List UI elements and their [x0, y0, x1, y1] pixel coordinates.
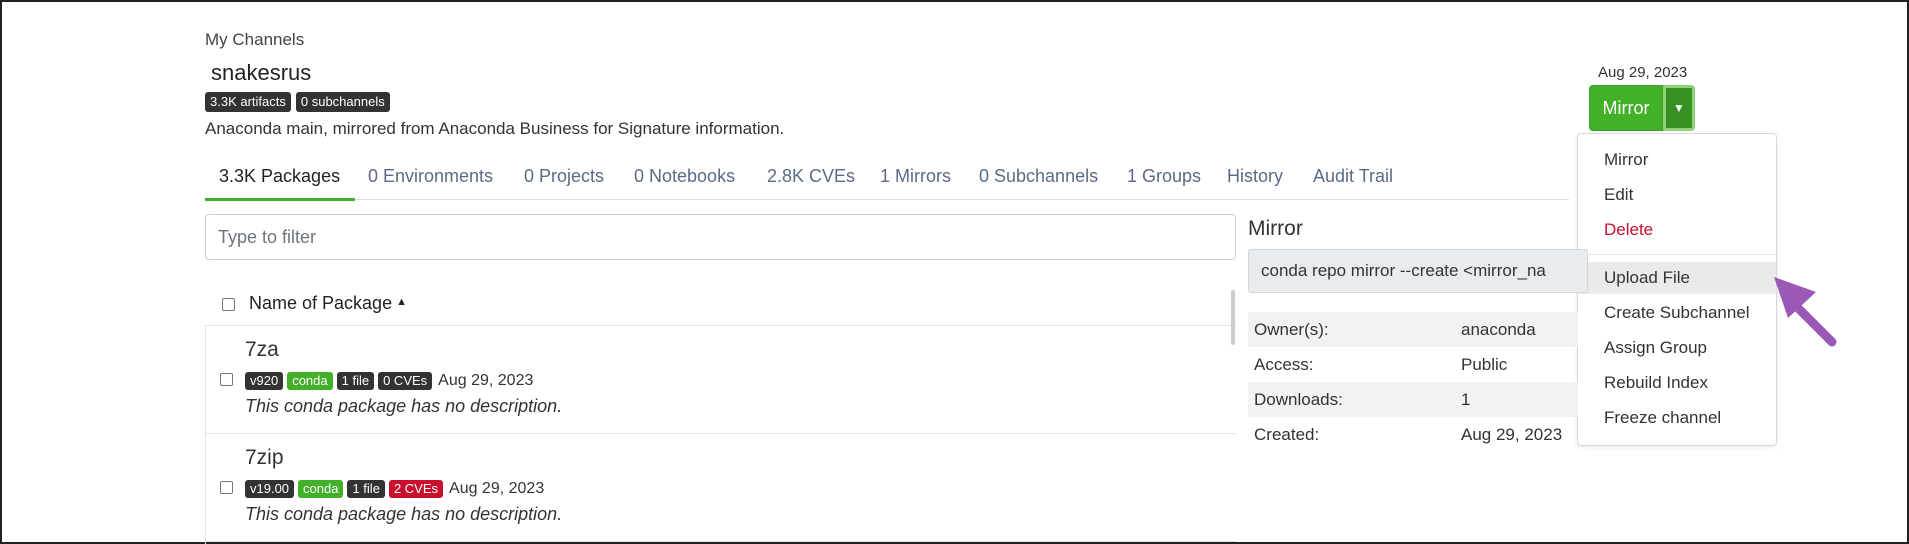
package-description: This conda package has no description.: [245, 396, 563, 416]
artifacts-chip: 3.3K artifacts: [205, 92, 291, 112]
tab-notebooks[interactable]: 0 Notebooks: [634, 166, 735, 187]
mirror-command[interactable]: conda repo mirror --create <mirror_na: [1248, 249, 1588, 293]
package-name[interactable]: 7zip: [245, 446, 284, 470]
caret-down-icon: ▼: [1673, 101, 1685, 115]
sort-ascending-icon: ▲: [396, 296, 407, 308]
package-list-header: Name of Package ▲: [205, 284, 1236, 326]
row-checkbox[interactable]: [220, 373, 233, 386]
active-tab-indicator: [205, 198, 355, 201]
channel-date: Aug 29, 2023: [1598, 64, 1688, 81]
subchannels-chip: 0 subchannels: [295, 92, 390, 112]
info-key: Downloads:: [1254, 390, 1343, 409]
tab-history[interactable]: History: [1227, 166, 1283, 187]
info-value: anaconda: [1461, 320, 1536, 339]
channel-title: snakesrus: [211, 60, 312, 85]
menu-item-create-subchannel[interactable]: Create Subchannel: [1578, 297, 1776, 329]
tab-subchannels[interactable]: 0 Subchannels: [979, 166, 1098, 187]
cves-badge: 2 CVEs: [388, 480, 444, 498]
list-scrollbar[interactable]: [1231, 290, 1235, 345]
info-row-created: Created: Aug 29, 2023: [1248, 417, 1578, 452]
dropdown-toggle-button[interactable]: ▼: [1663, 85, 1695, 131]
info-value: Public: [1461, 355, 1508, 374]
mirror-button-group: Mirror ▼: [1589, 85, 1695, 131]
select-all-checkbox[interactable]: [222, 298, 235, 311]
package-date: Aug 29, 2023: [438, 372, 534, 389]
cves-badge: 0 CVEs: [378, 372, 433, 390]
menu-item-assign-group[interactable]: Assign Group: [1578, 332, 1776, 364]
package-row: 7za v920 conda 1 file 0 CVEs Aug 29, 202…: [205, 326, 1236, 434]
package-row: 7zip v19.00 conda 1 file 2 CVEs Aug 29, …: [205, 434, 1236, 542]
type-badge: conda: [287, 372, 333, 390]
menu-item-delete[interactable]: Delete: [1578, 214, 1776, 246]
info-key: Access:: [1254, 355, 1314, 374]
menu-item-edit[interactable]: Edit: [1578, 179, 1776, 211]
pointer-arrow-icon: [1774, 277, 1837, 347]
tab-cves[interactable]: 2.8K CVEs: [767, 166, 855, 187]
menu-item-mirror[interactable]: Mirror: [1578, 144, 1776, 176]
type-badge: conda: [298, 480, 344, 498]
tab-audit-trail[interactable]: Audit Trail: [1313, 166, 1393, 187]
tab-projects[interactable]: 0 Projects: [524, 166, 604, 187]
package-date: Aug 29, 2023: [449, 480, 545, 497]
channel-chips: 3.3K artifacts 0 subchannels: [205, 92, 390, 112]
info-row-owner: Owner(s): anaconda: [1248, 312, 1578, 347]
channel-description: Anaconda main, mirrored from Anaconda Bu…: [205, 119, 785, 138]
menu-divider: [1578, 254, 1776, 255]
version-badge: v19.00: [245, 480, 295, 498]
files-badge: 1 file: [347, 480, 385, 498]
menu-item-rebuild-index[interactable]: Rebuild Index: [1578, 367, 1776, 399]
row-checkbox[interactable]: [220, 481, 233, 494]
breadcrumb[interactable]: My Channels: [205, 30, 304, 50]
info-key: Owner(s):: [1254, 320, 1329, 339]
package-description: This conda package has no description.: [245, 504, 563, 524]
tab-environments[interactable]: 0 Environments: [368, 166, 493, 187]
package-name[interactable]: 7za: [245, 338, 279, 362]
menu-item-upload-file[interactable]: Upload File: [1578, 262, 1776, 294]
channel-tabs: 3.3K Packages 0 Environments 0 Projects …: [205, 162, 1569, 201]
mirror-panel-title: Mirror: [1248, 217, 1303, 240]
info-row-downloads: Downloads: 1: [1248, 382, 1578, 417]
package-badges: v920 conda 1 file 0 CVEs Aug 29, 2023: [245, 372, 533, 390]
menu-item-freeze-channel[interactable]: Freeze channel: [1578, 402, 1776, 434]
tab-mirrors[interactable]: 1 Mirrors: [880, 166, 951, 187]
version-badge: v920: [245, 372, 284, 390]
info-value: 1: [1461, 390, 1471, 409]
tab-packages[interactable]: 3.3K Packages: [219, 166, 340, 187]
tab-groups[interactable]: 1 Groups: [1127, 166, 1201, 187]
files-badge: 1 file: [336, 372, 375, 390]
mirror-button[interactable]: Mirror: [1589, 85, 1663, 131]
actions-dropdown-menu: Mirror Edit Delete Upload File Create Su…: [1577, 133, 1777, 446]
package-badges: v19.00 conda 1 file 2 CVEs Aug 29, 2023: [245, 480, 544, 498]
info-value: Aug 29, 2023: [1461, 425, 1563, 444]
info-key: Created:: [1254, 425, 1320, 444]
name-column-header[interactable]: Name of Package ▲: [249, 293, 407, 314]
filter-input[interactable]: Type to filter: [205, 214, 1236, 260]
list-left-border: [205, 326, 206, 544]
info-row-access: Access: Public: [1248, 347, 1578, 382]
